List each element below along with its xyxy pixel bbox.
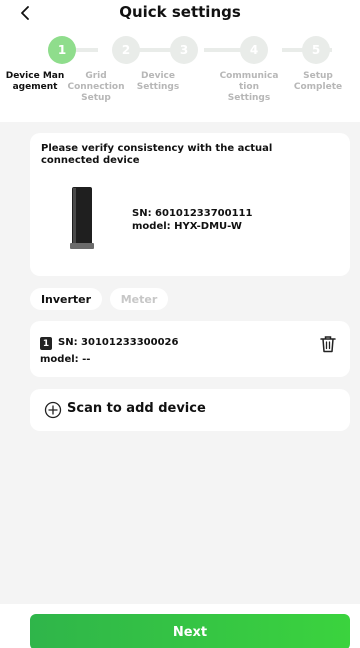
delete-button[interactable]: [320, 335, 336, 353]
step-4-circle: 4: [240, 36, 268, 64]
step-1-label: Device Man agement: [5, 71, 65, 92]
step-4-label: Communica tion Settings: [219, 71, 279, 103]
next-button[interactable]: Next: [30, 614, 350, 648]
page-title: Quick settings: [119, 3, 241, 21]
device-model: model: HYX-DMU-W: [132, 221, 242, 232]
stepper: 1 2 3 4 5: [20, 36, 350, 64]
step-1-circle: 1: [48, 36, 76, 64]
step-3-circle: 3: [170, 36, 198, 64]
index-badge: 1: [40, 337, 52, 350]
tab-meter[interactable]: Meter: [110, 288, 168, 310]
step-5-label: Setup Complete: [293, 71, 343, 92]
connected-device-card: Please verify consistency with the actua…: [30, 133, 350, 276]
step-2-label: Grid Connection Setup: [67, 71, 125, 103]
tab-inverter[interactable]: Inverter: [30, 288, 102, 310]
header: Quick settings 1 2 3 4 5 Device Man agem…: [0, 0, 360, 122]
device-image: [70, 187, 94, 249]
inverter-list-item: 1 SN: 30101233300026 model: --: [30, 321, 350, 377]
inverter-sn: SN: 30101233300026: [58, 337, 179, 348]
step-5-circle: 5: [302, 36, 330, 64]
device-sn: SN: 60101233700111: [132, 208, 253, 219]
scan-add-device-button[interactable]: Scan to add device: [30, 389, 350, 431]
step-3-label: Device Settings: [136, 71, 180, 92]
trash-icon: [320, 336, 336, 353]
scan-label: Scan to add device: [67, 401, 206, 416]
step-2-circle: 2: [112, 36, 140, 64]
footer: Next: [0, 604, 360, 648]
verify-text: Please verify consistency with the actua…: [41, 143, 273, 166]
inverter-model: model: --: [40, 354, 91, 365]
plus-circle-icon: [44, 401, 62, 419]
